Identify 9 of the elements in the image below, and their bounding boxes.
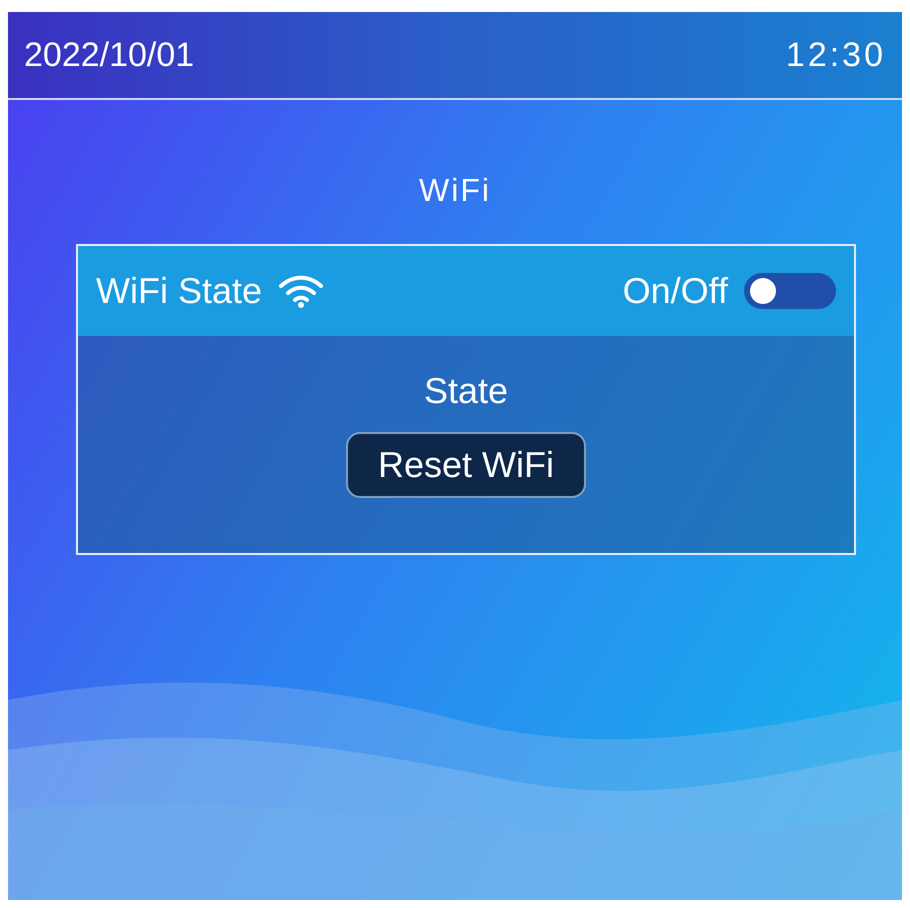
- wifi-state-label: WiFi State: [96, 269, 262, 313]
- toggle-label: On/Off: [622, 269, 728, 313]
- date: 2022/10/01: [24, 34, 194, 76]
- reset-wifi-button[interactable]: Reset WiFi: [346, 432, 586, 498]
- toggle-switch[interactable]: [744, 273, 836, 309]
- page-title: WiFi: [419, 171, 491, 210]
- time: 12:30: [786, 34, 886, 76]
- wifi-icon: [278, 274, 324, 308]
- state-label: State: [424, 369, 508, 413]
